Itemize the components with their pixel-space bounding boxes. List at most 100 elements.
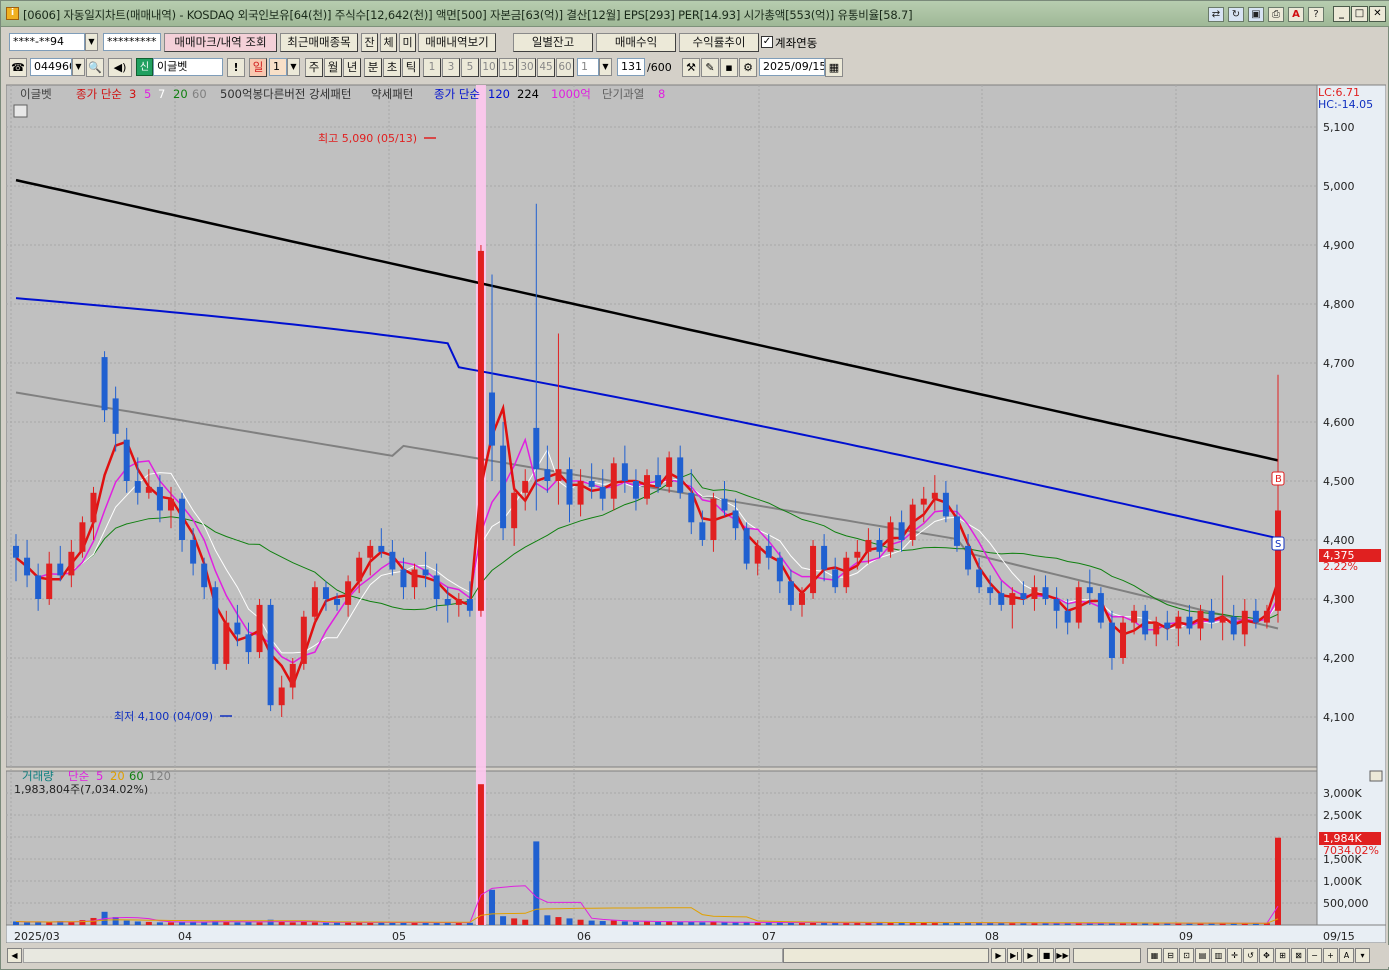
candle-body	[1120, 622, 1127, 658]
play-end-icon[interactable]: ▶|	[1007, 948, 1022, 963]
lock-icon[interactable]: ⊠	[1291, 948, 1306, 963]
search-icon[interactable]: 🔍	[86, 58, 104, 77]
fast-forward-icon[interactable]: ▶▶	[1055, 948, 1070, 963]
minimize-button[interactable]: _	[1333, 6, 1350, 22]
plus-icon[interactable]: +	[1323, 948, 1338, 963]
trade-mark-button[interactable]: 매매마크/내역 조회	[164, 33, 277, 52]
candle-body	[832, 569, 839, 588]
interval-dropdown-icon[interactable]: ▼	[599, 58, 612, 76]
trade-history-button[interactable]: 매매내역보기	[418, 33, 496, 52]
maximize-button[interactable]: □	[1351, 6, 1368, 22]
reset-icon[interactable]: ↺	[1243, 948, 1258, 963]
period-second-button[interactable]: 초	[383, 58, 401, 77]
text-icon[interactable]: A	[1339, 948, 1354, 963]
save-icon[interactable]: ▪	[720, 58, 738, 77]
legend-item: 20	[173, 87, 188, 101]
period-tick-button[interactable]: 틱	[402, 58, 420, 77]
draw-icon[interactable]: ✎	[701, 58, 719, 77]
zoom-in-icon[interactable]: ⊞	[1275, 948, 1290, 963]
layout-icon[interactable]: ▤	[1195, 948, 1210, 963]
grid-icon[interactable]: ▦	[1147, 948, 1162, 963]
period-monthly-button[interactable]: 월	[324, 58, 342, 77]
window-icon[interactable]: ▣	[1248, 7, 1264, 22]
zoom-out-icon[interactable]: ⊟	[1163, 948, 1178, 963]
date-tick-label: 07	[762, 930, 776, 943]
last-pct-label: 2.22%	[1323, 560, 1358, 573]
stock-code-field[interactable]: 044960	[30, 58, 72, 76]
print-icon[interactable]: ⎙	[1268, 7, 1284, 22]
candle-body	[466, 599, 473, 611]
scroll-track[interactable]	[23, 948, 783, 963]
date-tick-label: 05	[392, 930, 406, 943]
period-yearly-button[interactable]: 년	[343, 58, 361, 77]
volume-bar	[1020, 923, 1027, 925]
play-icon[interactable]: ▶	[1023, 948, 1038, 963]
period-weekly-button[interactable]: 주	[305, 58, 323, 77]
interval-5-button[interactable]: 5	[461, 58, 479, 77]
settings-icon[interactable]: ⚙	[739, 58, 757, 77]
interval-10-button[interactable]: 10	[480, 58, 498, 77]
executed-button[interactable]: 체	[380, 33, 397, 52]
scroll-left-icon[interactable]: ◀	[7, 948, 22, 963]
period-num-field[interactable]: 1	[269, 58, 287, 76]
split-icon[interactable]: ▥	[1211, 948, 1226, 963]
interval-3-button[interactable]: 3	[442, 58, 460, 77]
font-icon[interactable]: A	[1288, 7, 1304, 22]
stock-name-field[interactable]: 이글벳	[153, 58, 223, 76]
count-field[interactable]: 131	[617, 58, 645, 76]
candle-body	[953, 516, 960, 546]
calendar-icon[interactable]: ▦	[825, 58, 843, 77]
low-annotation: 최저 4,100 (04/09)	[114, 710, 213, 723]
scroll-right-icon[interactable]: ▶	[991, 948, 1006, 963]
tool-icon[interactable]: ⚒	[682, 58, 700, 77]
unfilled-button[interactable]: 미	[399, 33, 416, 52]
period-daily-button[interactable]: 일	[249, 58, 267, 77]
daily-balance-button[interactable]: 일별잔고	[513, 33, 593, 52]
volume-bar	[46, 922, 53, 925]
period-minute-button[interactable]: 분	[364, 58, 382, 77]
scroll-thumb[interactable]	[783, 948, 989, 963]
candle-body	[898, 522, 905, 540]
horizontal-scrollbar[interactable]: ◀ ▶ ▶| ▶ ■ ▶▶ ▦ ⊟ ⊡ ▤ ▥ ✛ ↺ ✥ ⊞ ⊠ − + A …	[1, 945, 1389, 967]
help-icon[interactable]: ?	[1308, 7, 1324, 22]
interval-30-button[interactable]: 30	[518, 58, 536, 77]
interval-15-button[interactable]: 15	[499, 58, 517, 77]
interval-1-button[interactable]: 1	[423, 58, 441, 77]
pan-icon[interactable]: ✥	[1259, 948, 1274, 963]
volume-bar	[167, 922, 174, 925]
trade-profit-button[interactable]: 매매수익	[596, 33, 676, 52]
volume-panel-bg	[6, 770, 1318, 926]
code-dropdown-icon[interactable]: ▼	[72, 58, 85, 76]
close-button[interactable]: ✕	[1369, 6, 1386, 22]
period-dropdown-icon[interactable]: ▼	[287, 58, 300, 76]
volume-bar	[599, 921, 606, 925]
chart-area[interactable]: 5,100 5,000 4,900 4,800 4,700 4,600 4,500 4,400…	[6, 83, 1386, 943]
link-icon[interactable]: ⇄	[1208, 7, 1224, 22]
return-trend-button[interactable]: 수익률추이	[679, 33, 759, 52]
price-chart[interactable]: 5,100 5,000 4,900 4,800 4,700 4,600 4,500 4,400…	[6, 83, 1386, 943]
toolbar-row-2: ☎ 044960 ▼ 🔍 ◀) 신 이글벳 ! 일 1 ▼ 주 월 년 분 초 …	[1, 56, 1389, 80]
recent-trade-button[interactable]: 최근매매종목	[280, 33, 358, 52]
balance-button[interactable]: 잔	[361, 33, 378, 52]
zoom-slider[interactable]	[1073, 948, 1141, 963]
candle-body	[1186, 616, 1193, 629]
options-icon[interactable]: ▾	[1355, 948, 1370, 963]
account-link-checkbox[interactable]: ✓	[761, 36, 773, 48]
phone-icon[interactable]: ☎	[9, 58, 27, 77]
volume-bar	[234, 922, 241, 925]
speaker-icon[interactable]: ◀)	[108, 58, 132, 77]
zoom-fit-icon[interactable]: ⊡	[1179, 948, 1194, 963]
volume-bar	[621, 921, 628, 925]
alert-button[interactable]: !	[227, 58, 245, 77]
stop-icon[interactable]: ■	[1039, 948, 1054, 963]
date-field[interactable]: 2025/09/15	[759, 58, 825, 76]
interval-custom-field[interactable]: 1	[577, 58, 599, 76]
refresh-icon[interactable]: ↻	[1228, 7, 1244, 22]
password-field[interactable]: *********	[103, 33, 161, 51]
interval-45-button[interactable]: 45	[537, 58, 555, 77]
minus-icon[interactable]: −	[1307, 948, 1322, 963]
crosshair-icon[interactable]: ✛	[1227, 948, 1242, 963]
interval-60-button[interactable]: 60	[556, 58, 574, 77]
account-dropdown-icon[interactable]: ▼	[85, 33, 98, 51]
account-field[interactable]: ****-**94	[9, 33, 85, 51]
